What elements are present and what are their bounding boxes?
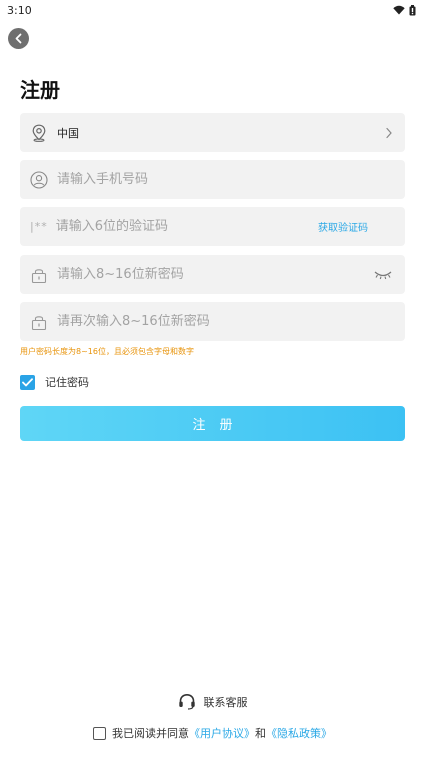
password-input[interactable] (57, 267, 373, 282)
agreement-checkbox[interactable] (93, 726, 106, 740)
page-title: 注册 (20, 78, 60, 102)
phone-field (20, 160, 405, 199)
register-button[interactable]: 注册 (20, 406, 405, 441)
user-circle-icon (30, 170, 48, 189)
contact-support-label: 联系客服 (203, 695, 248, 709)
agreement-prefix: 我已阅读并同意 (112, 727, 189, 740)
code-mask-icon: |** (30, 220, 48, 233)
agreement-row: 我已阅读并同意 《用户协议》 和 《隐私政策》 (0, 725, 425, 741)
status-time: 3:10 (7, 3, 32, 17)
agreement-connector: 和 (255, 727, 266, 740)
verification-code-field: |** 获取验证码 (20, 207, 405, 246)
get-code-button[interactable]: 获取验证码 (318, 219, 368, 234)
contact-support[interactable]: 联系客服 (0, 693, 425, 710)
privacy-policy-link[interactable]: 《隐私政策》 (266, 725, 332, 741)
eye-closed-icon[interactable] (373, 270, 393, 280)
back-button[interactable] (8, 28, 29, 49)
location-pin-icon (30, 124, 48, 142)
status-icons (393, 4, 416, 16)
battery-icon (409, 4, 416, 15)
phone-input[interactable] (57, 172, 393, 187)
lock-icon (30, 266, 48, 284)
lock-icon (30, 313, 48, 331)
country-value: 中国 (57, 126, 79, 140)
confirm-password-input[interactable] (57, 314, 393, 329)
status-bar: 3:10 (0, 0, 425, 20)
password-hint: 用户密码长度为8~16位，且必须包含字母和数字 (20, 347, 194, 356)
chevron-right-icon (386, 127, 392, 138)
remember-password[interactable]: 记住密码 (20, 374, 89, 390)
password-field (20, 255, 405, 294)
verification-code-input[interactable] (55, 219, 318, 234)
chevron-left-icon (15, 33, 22, 44)
country-selector[interactable]: 中国 (20, 113, 405, 152)
confirm-password-field (20, 302, 405, 341)
user-agreement-link[interactable]: 《用户协议》 (189, 725, 255, 741)
remember-label: 记住密码 (45, 376, 89, 389)
wifi-icon (393, 5, 405, 15)
remember-checkbox[interactable] (20, 374, 35, 390)
checkmark-icon (22, 377, 33, 386)
headset-icon (178, 693, 195, 710)
